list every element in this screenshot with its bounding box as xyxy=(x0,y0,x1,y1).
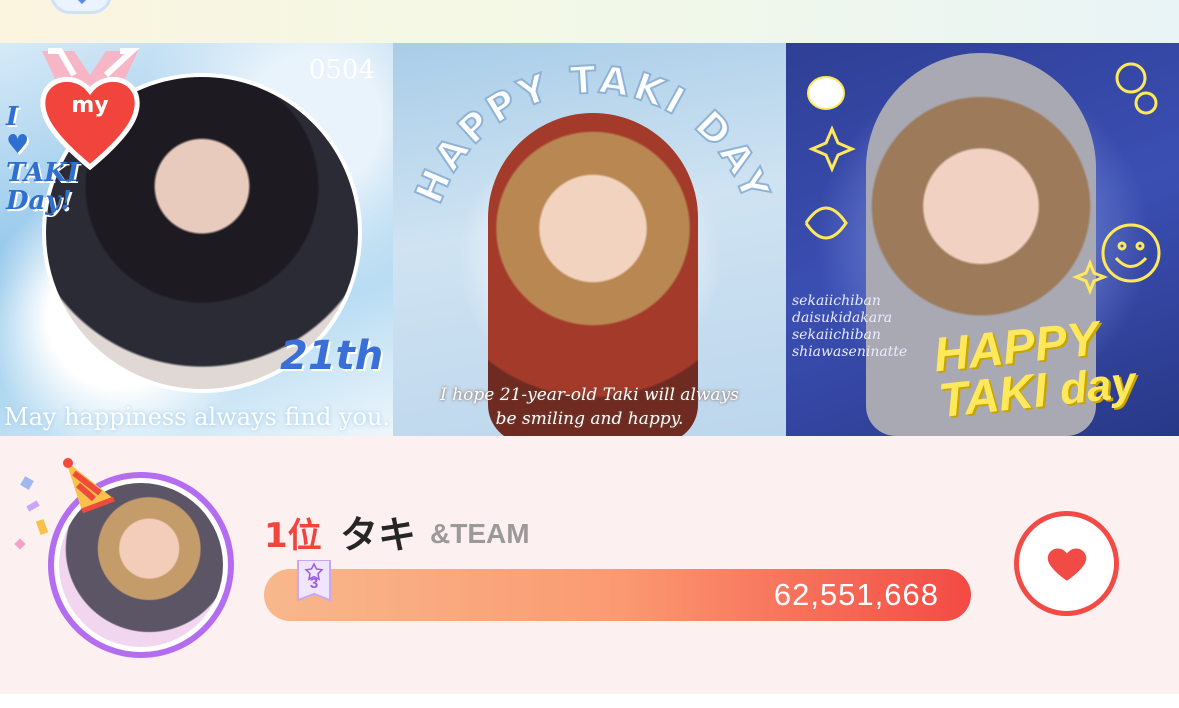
banner-3-big-text: HAPPY TAKI day xyxy=(931,312,1139,429)
vote-count: 62,551,668 xyxy=(773,577,939,612)
banner-1-date: 0504 xyxy=(308,55,375,85)
artist-name[interactable]: タキ xyxy=(340,504,416,559)
banner-image-1[interactable]: I ♥ TAKI Day! my 0504 21th May happiness al… xyxy=(0,43,393,436)
happy-taki-day-arc: HAPPY TAKI DAY xyxy=(406,57,779,211)
banner-2-arc-text: HAPPY TAKI DAY xyxy=(406,57,776,211)
top-strip xyxy=(0,0,1179,43)
banner-carousel[interactable]: I ♥ TAKI Day! my 0504 21th May happiness al… xyxy=(0,43,1179,436)
banner-3-side-line: shiawaseninatte xyxy=(792,344,908,360)
banner-1-caption: May happiness always find you. xyxy=(4,403,391,431)
rank-position: 1位 xyxy=(264,516,322,556)
banner-2-caption: I hope 21-year-old Taki will always be s… xyxy=(393,383,786,431)
bottom-divider xyxy=(0,694,1179,708)
heart-icon xyxy=(1047,547,1086,581)
rank-ribbon-number: 3 xyxy=(309,575,319,592)
banner-1-age: 21th xyxy=(280,333,384,379)
vote-heart-button[interactable] xyxy=(1014,511,1119,616)
party-hat-icon xyxy=(63,458,115,514)
banner-3-side-text: sekaiichiban daisukidakara sekaiichiban … xyxy=(792,293,907,361)
rank-ribbon-icon: 3 xyxy=(296,559,332,604)
banner-image-2[interactable]: HAPPY TAKI DAY I hope 21-year-old Taki w… xyxy=(393,43,786,436)
banner-3-side-line: sekaiichiban xyxy=(792,327,881,343)
banner-2-caption-line1: I hope 21-year-old Taki will always xyxy=(440,385,739,405)
my-badge-label: my xyxy=(71,93,109,118)
group-name: &TEAM xyxy=(430,518,530,549)
banner-image-3[interactable]: sekaiichiban daisukidakara sekaiichiban … xyxy=(786,43,1179,436)
banner-3-big-line2: TAKI xyxy=(936,364,1050,429)
top-badge-icon xyxy=(50,0,112,14)
banner-3-side-line: sekaiichiban xyxy=(792,293,881,309)
banner-2-caption-line2: be smiling and happy. xyxy=(495,409,684,429)
banner-3-big-line3: day xyxy=(1057,357,1139,415)
svg-text:HAPPY TAKI DAY: HAPPY TAKI DAY xyxy=(407,58,779,210)
banner-3-side-line: daisukidakara xyxy=(792,310,893,326)
vote-progress-bar: 62,551,668 xyxy=(264,569,971,621)
